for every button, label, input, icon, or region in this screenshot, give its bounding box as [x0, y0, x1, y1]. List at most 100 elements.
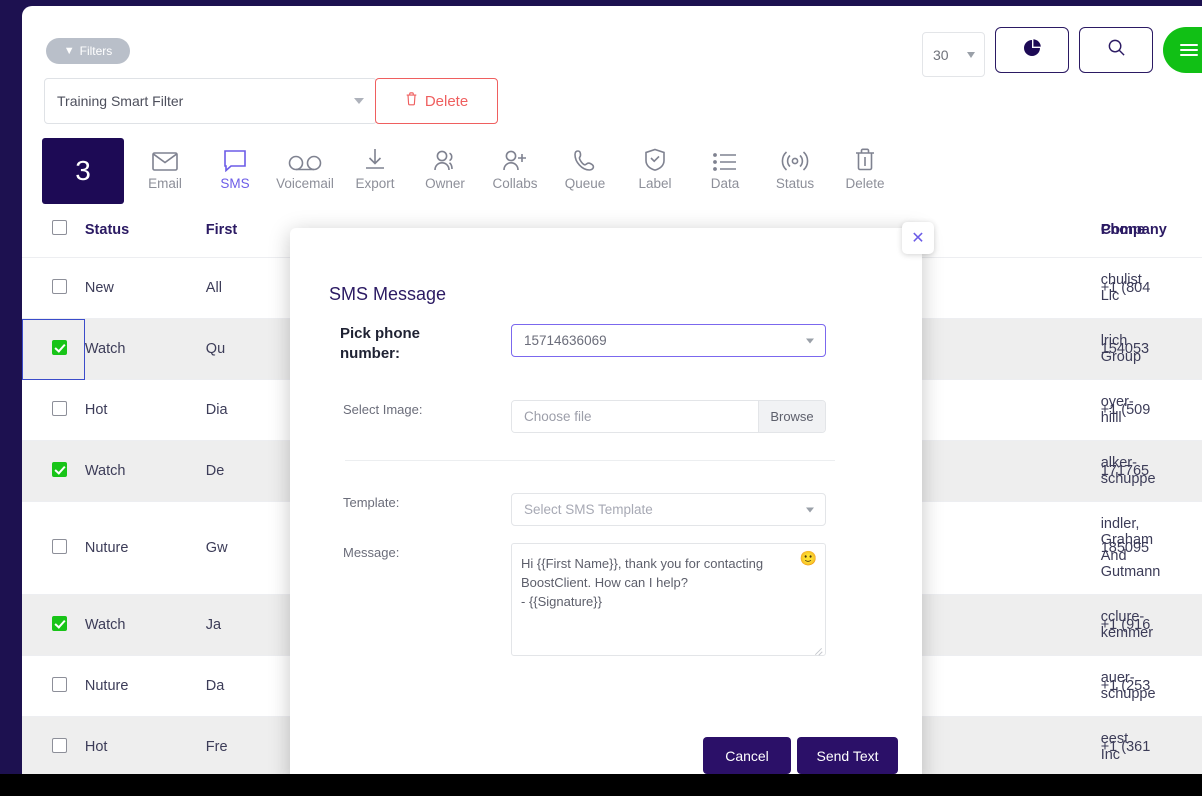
delete-filter-label: Delete: [424, 92, 469, 110]
phone-icon: [574, 142, 596, 172]
pick-phone-label: Pick phone number:: [340, 325, 421, 362]
cell-status: Hot: [84, 716, 206, 774]
sms-template-select[interactable]: Select SMS Template: [511, 493, 826, 526]
cell-status: Watch: [84, 318, 206, 380]
action-data[interactable]: Data: [690, 142, 760, 191]
file-input-row: Choose file Browse: [511, 400, 826, 433]
action-label: Voicemail: [276, 176, 334, 191]
close-icon: ✕: [911, 230, 925, 247]
select-image-label: Select Image:: [343, 402, 423, 417]
sms-template-value: Select SMS Template: [524, 502, 653, 517]
row-checkbox[interactable]: [52, 339, 67, 355]
download-icon: [364, 142, 386, 172]
action-status[interactable]: Status: [760, 142, 830, 191]
funnel-icon: ▼: [63, 44, 75, 57]
row-checkbox[interactable]: [52, 737, 67, 753]
selected-count-badge: 3: [42, 138, 124, 204]
trash-icon: [854, 142, 876, 172]
chevron-down-icon: [806, 507, 814, 512]
cell-phone: +1 (361: [1100, 716, 1202, 774]
action-email[interactable]: Email: [130, 142, 200, 191]
filters-button[interactable]: ▼ Filters: [46, 38, 130, 64]
row-checkbox[interactable]: [52, 615, 67, 631]
trash-icon: [405, 92, 418, 110]
action-export[interactable]: Export: [340, 142, 410, 191]
row-checkbox[interactable]: [52, 676, 67, 692]
filters-button-label: Filters: [79, 44, 113, 58]
row-checkbox[interactable]: [52, 461, 67, 477]
modal-title: SMS Message: [329, 284, 447, 304]
hamburger-icon: [1180, 41, 1198, 59]
send-text-button[interactable]: Send Text: [797, 737, 898, 774]
select-all-checkbox[interactable]: [52, 220, 67, 235]
smart-filter-select[interactable]: Training Smart Filter: [44, 78, 377, 124]
cell-status: Watch: [84, 440, 206, 502]
smiley-icon[interactable]: 🙂: [800, 550, 817, 567]
action-label: Status: [775, 176, 815, 191]
search-button[interactable]: [1079, 27, 1153, 73]
phone-number-value: 15714636069: [524, 333, 607, 348]
phone-number-select[interactable]: 15714636069: [511, 324, 826, 357]
row-select-cell[interactable]: [22, 655, 85, 717]
chevron-down-icon: [806, 338, 814, 343]
action-label: Queue: [564, 176, 606, 191]
cell-phone: +1 (804: [1100, 257, 1202, 319]
app-card: ▼ Filters Training Smart Filter Delete 3…: [22, 6, 1202, 774]
cell-status: New: [84, 257, 206, 319]
cell-status: Watch: [84, 594, 206, 656]
action-label: Label: [638, 176, 672, 191]
row-checkbox[interactable]: [52, 278, 67, 294]
chevron-down-icon: [354, 98, 364, 104]
action-label: Email: [148, 176, 182, 191]
row-select-cell[interactable]: [22, 594, 85, 656]
row-select-cell[interactable]: [22, 379, 85, 441]
action-label: Collabs: [492, 176, 538, 191]
row-checkbox[interactable]: [52, 538, 67, 554]
textarea-resize-handle[interactable]: [814, 645, 823, 654]
action-label: Owner: [425, 176, 465, 191]
cell-phone: 154053: [1100, 318, 1202, 380]
cell-status: Hot: [84, 379, 206, 441]
delete-filter-button[interactable]: Delete: [375, 78, 498, 124]
sms-message-modal: SMS Message Pick phone number: 157146360…: [290, 228, 922, 774]
row-select-cell[interactable]: [22, 440, 85, 502]
page-size-select[interactable]: 30: [922, 32, 985, 77]
modal-divider: [345, 460, 835, 461]
modal-close-button[interactable]: ✕: [902, 222, 934, 254]
cell-status: Nuture: [84, 655, 206, 717]
action-label: SMS: [220, 176, 250, 191]
bulk-action-bar: 3 Email SMS Voicemail Export Owner Colla…: [22, 138, 1202, 204]
action-collabs[interactable]: Collabs: [480, 142, 550, 191]
action-voicemail[interactable]: Voicemail: [270, 142, 340, 191]
action-label: Export: [355, 176, 395, 191]
row-select-cell[interactable]: [22, 716, 85, 774]
row-checkbox[interactable]: [52, 400, 67, 416]
user-plus-icon: [502, 142, 528, 172]
cancel-button[interactable]: Cancel: [703, 737, 791, 774]
smart-filter-value: Training Smart Filter: [57, 93, 184, 109]
cell-status: Nuture: [84, 501, 206, 595]
action-delete[interactable]: Delete: [830, 142, 900, 191]
envelope-icon: [152, 142, 178, 172]
template-label: Template:: [343, 495, 400, 510]
action-owner[interactable]: Owner: [410, 142, 480, 191]
row-select-cell[interactable]: [22, 257, 85, 319]
shield-check-icon: [644, 142, 666, 172]
message-label: Message:: [343, 545, 400, 560]
menu-button[interactable]: [1163, 27, 1202, 73]
action-queue[interactable]: Queue: [550, 142, 620, 191]
action-list: Email SMS Voicemail Export Owner Collabs…: [124, 138, 900, 204]
chart-button[interactable]: [995, 27, 1069, 73]
chat-bubble-icon: [223, 142, 247, 172]
header-status[interactable]: Status: [84, 204, 206, 258]
row-select-cell[interactable]: [22, 318, 85, 380]
action-sms[interactable]: SMS: [200, 142, 270, 191]
list-icon: [713, 142, 737, 172]
broadcast-icon: [781, 142, 809, 172]
row-select-cell[interactable]: [22, 501, 85, 595]
message-textarea[interactable]: Hi {{First Name}}, thank you for contact…: [521, 554, 793, 611]
browse-button[interactable]: Browse: [758, 401, 825, 432]
action-label-tag[interactable]: Label: [620, 142, 690, 191]
file-name-input[interactable]: Choose file: [512, 401, 758, 432]
action-label: Delete: [845, 176, 885, 191]
